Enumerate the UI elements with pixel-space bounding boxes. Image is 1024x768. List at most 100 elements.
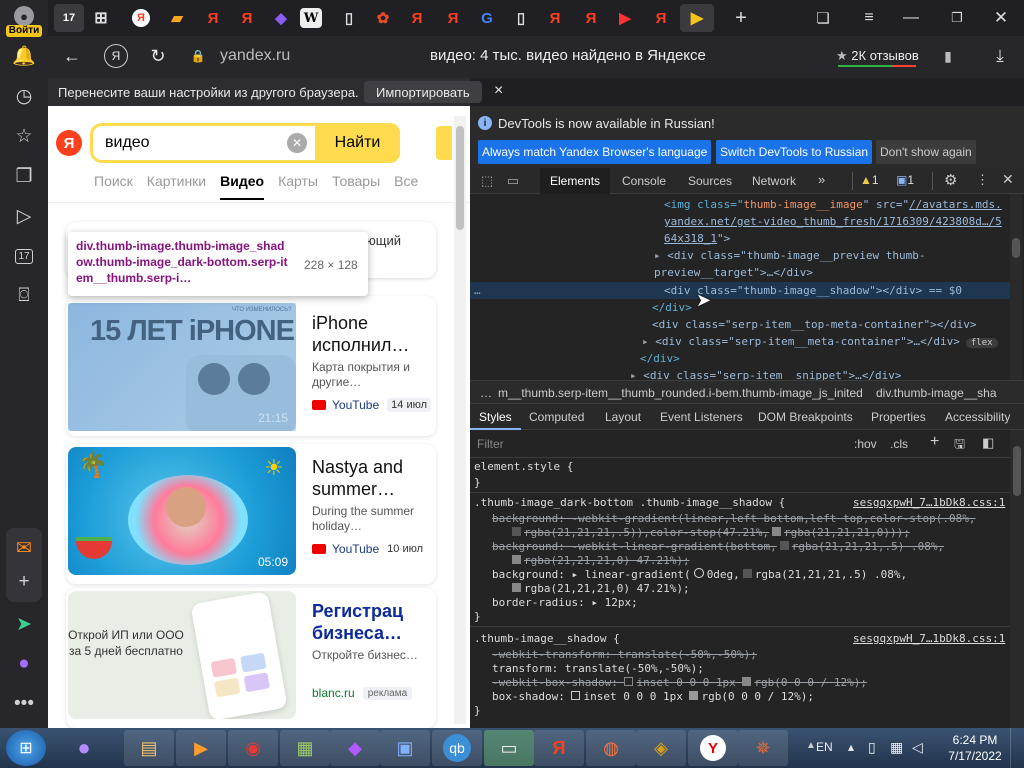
- collections-icon[interactable]: ❐: [8, 160, 40, 192]
- url-domain[interactable]: yandex.ru: [220, 47, 290, 65]
- game-taskbar-icon[interactable]: ✵: [738, 730, 788, 766]
- dom-line-preview[interactable]: ▸ <div class="thumb-image__preview thumb…: [654, 247, 1004, 281]
- rule2-selector[interactable]: .thumb-image__shadow {: [474, 632, 620, 646]
- menu-icon[interactable]: ≡: [854, 4, 884, 32]
- video-thumbnail-2[interactable]: ☀ 🌴 05:09: [68, 447, 296, 575]
- tray-device-icon[interactable]: ▯: [868, 739, 876, 756]
- page-scroll-thumb[interactable]: [456, 126, 464, 230]
- color-swatch[interactable]: [772, 527, 782, 536]
- firefox-taskbar-icon[interactable]: ◍: [586, 730, 636, 766]
- volume-icon[interactable]: ◁: [912, 739, 923, 756]
- play-icon[interactable]: ▷: [8, 200, 40, 232]
- angle-icon[interactable]: [693, 568, 704, 578]
- devtools-menu-icon[interactable]: ⋮: [976, 172, 989, 188]
- yandex-logo[interactable]: Я: [56, 130, 82, 156]
- reviews-badge[interactable]: ★ 2К отзывов: [836, 48, 919, 64]
- mail-icon[interactable]: ✉: [8, 532, 40, 564]
- pattern-taskbar-icon[interactable]: ◈: [636, 730, 686, 766]
- tab-yandex-4[interactable]: Я: [402, 4, 432, 32]
- add-icon[interactable]: +: [8, 566, 40, 598]
- gem-taskbar-icon[interactable]: ◆: [330, 730, 380, 766]
- element-style-rule[interactable]: element.style {: [474, 460, 573, 474]
- match-language-button[interactable]: Always match Yandex Browser's language: [478, 140, 712, 164]
- color-swatch[interactable]: [689, 691, 699, 700]
- rule1-decl-1b[interactable]: rgba(21,21,21,.5)),color-stop(47.21%, rgb…: [512, 526, 910, 540]
- bookmark-icon[interactable]: ▮: [936, 44, 960, 68]
- tab-maps[interactable]: Карты: [278, 173, 318, 200]
- bell-icon[interactable]: 🔔: [8, 40, 40, 72]
- breadcrumb-item-1[interactable]: m__thumb.serp-item__thumb_rounded.i-bem.…: [498, 386, 863, 400]
- calendar-icon[interactable]: 17: [8, 240, 40, 272]
- hov-toggle[interactable]: :hov: [854, 437, 877, 451]
- alice-taskbar-icon[interactable]: ●: [66, 732, 102, 764]
- lock-icon[interactable]: 🔒: [188, 46, 208, 66]
- sidebar-toggle-icon[interactable]: ◧: [982, 435, 994, 451]
- qbittorrent-taskbar-icon[interactable]: qb: [432, 730, 482, 766]
- infobar-close-icon[interactable]: ×: [494, 82, 503, 100]
- settings-icon[interactable]: ⚙: [944, 171, 957, 189]
- tab-yandex-8[interactable]: Я: [646, 4, 676, 32]
- result-source-3[interactable]: blanc.ru реклама: [312, 686, 413, 700]
- tab-sources[interactable]: Sources: [688, 174, 732, 188]
- flex-badge[interactable]: flex: [965, 338, 998, 348]
- dom-line-close[interactable]: </div>: [652, 299, 692, 316]
- rule1-selector[interactable]: .thumb-image_dark-bottom .thumb-image__s…: [474, 496, 785, 510]
- color-swatch[interactable]: [512, 527, 521, 536]
- rule2-source-link[interactable]: sesgqxpwH_7…1bDk8.css:1: [853, 632, 1005, 646]
- color-swatch[interactable]: [742, 569, 752, 578]
- explorer-taskbar-icon[interactable]: ▤: [124, 730, 174, 766]
- tab-video[interactable]: Видео: [220, 173, 265, 200]
- styles-filter-input[interactable]: Filter: [477, 437, 504, 451]
- subtab-layout[interactable]: Layout: [605, 410, 641, 424]
- tab-images[interactable]: Картинки: [147, 173, 206, 200]
- network-icon[interactable]: ▦: [890, 739, 903, 756]
- devtools-close-icon[interactable]: ✕: [1002, 171, 1014, 188]
- rule1-decl-3[interactable]: background: ▸ linear-gradient(0deg, rgba(…: [492, 568, 907, 582]
- result-title-2[interactable]: Nastya and summer…: [312, 456, 422, 500]
- search-button[interactable]: Найти: [315, 123, 400, 163]
- dom-line-close-2[interactable]: </div>: [640, 350, 680, 367]
- result-source-2[interactable]: YouTube 10 июл: [312, 542, 423, 556]
- dom-line-top-meta[interactable]: <div class="serp-item__top-meta-containe…: [652, 316, 977, 333]
- more-tabs-icon[interactable]: »: [818, 172, 825, 187]
- alice-icon[interactable]: ●: [8, 648, 40, 680]
- breadcrumb-left[interactable]: …: [480, 386, 492, 400]
- reload-icon[interactable]: ↻: [146, 44, 170, 68]
- download-icon[interactable]: ⤓: [988, 44, 1012, 68]
- start-button[interactable]: ⊞: [6, 730, 46, 766]
- rule2-decl-4[interactable]: box-shadow: inset 0 0 0 1px rgb(0 0 0 / …: [492, 690, 814, 704]
- tab-purple-icon[interactable]: ◆: [266, 4, 296, 32]
- computed-styles-icon[interactable]: 🖫: [954, 435, 965, 457]
- tab-yandex-6[interactable]: Я: [540, 4, 570, 32]
- back-icon[interactable]: ←: [60, 44, 84, 68]
- telegram-icon[interactable]: ➤: [8, 608, 40, 640]
- star-icon[interactable]: ☆: [8, 120, 40, 152]
- dom-scrollbar[interactable]: [1010, 194, 1022, 380]
- import-button[interactable]: Импортировать: [364, 81, 482, 103]
- add-rule-icon[interactable]: +: [930, 433, 939, 451]
- page-scrollbar[interactable]: [454, 116, 466, 724]
- device-icon[interactable]: ▭: [504, 172, 522, 190]
- tab-yandex-7[interactable]: Я: [576, 4, 606, 32]
- clock[interactable]: 6:24 PM 7/17/2022: [946, 732, 1004, 764]
- tab-yandex-3[interactable]: Я: [232, 4, 262, 32]
- dont-show-button[interactable]: Don't show again: [876, 140, 976, 164]
- shadow-swatch[interactable]: [571, 691, 581, 700]
- subtab-accessibility[interactable]: Accessibility: [945, 410, 1010, 424]
- styles-scrollbar[interactable]: [1010, 430, 1024, 728]
- color-swatch[interactable]: [742, 677, 752, 686]
- video-thumbnail-3[interactable]: Открой ИП или ООО за 5 дней бесплатно: [68, 591, 296, 719]
- dom-scroll-thumb[interactable]: [1012, 238, 1020, 258]
- language-indicator[interactable]: EN: [816, 740, 833, 754]
- tab-goods[interactable]: Товары: [332, 173, 380, 200]
- tab-yandex[interactable]: Я: [132, 9, 150, 27]
- tab-yandex-5[interactable]: Я: [438, 4, 468, 32]
- tab-counter[interactable]: 17: [54, 4, 84, 32]
- dom-ellipsis[interactable]: …: [474, 282, 481, 299]
- messages-badge[interactable]: ▣1: [896, 173, 914, 187]
- media-taskbar-icon[interactable]: ▶: [176, 730, 226, 766]
- color-swatch[interactable]: [779, 541, 789, 550]
- tab-search[interactable]: Поиск: [94, 173, 133, 200]
- tab-new-window-icon[interactable]: ⊞: [86, 4, 116, 32]
- control-panel-taskbar-icon[interactable]: ▣: [380, 730, 430, 766]
